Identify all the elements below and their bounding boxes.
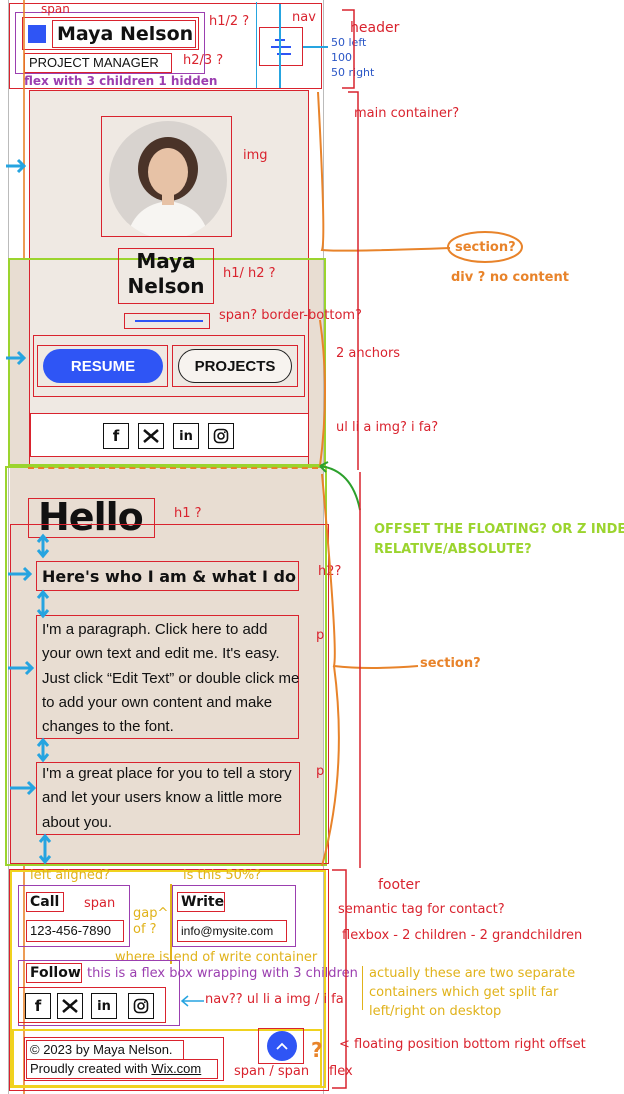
flexbox-annotation: flexbox - 2 children - 2 grandchildren: [342, 928, 583, 943]
flex-wrap-annotation: this is a flex box wrapping with 3 child…: [87, 966, 358, 981]
left-aligned-annotation: left aligned?: [30, 868, 111, 883]
header-bracket: [342, 9, 355, 89]
divider-line: [135, 320, 203, 322]
footer-facebook-icon[interactable]: f: [25, 993, 51, 1019]
name-annotation: h1/ h2 ?: [223, 266, 276, 281]
nav-arrow: [180, 995, 204, 1007]
profile-name-line2: Nelson: [127, 274, 205, 298]
credit-prefix: Proudly created with: [30, 1061, 152, 1076]
footer-twitter-icon[interactable]: [57, 993, 83, 1019]
about-section-curve: [321, 473, 419, 867]
footer-instagram-icon[interactable]: [128, 993, 154, 1019]
nav-guide-vertical: [279, 4, 281, 88]
h2-annotation: h2/3 ?: [183, 53, 224, 68]
facebook-icon[interactable]: f: [103, 423, 129, 449]
img-annotation: img: [243, 148, 268, 163]
footer-annotation: footer: [378, 877, 420, 893]
split-annotation-3: left/right on desktop: [369, 1004, 502, 1019]
fifty-annotation: is this 50%?: [183, 868, 262, 883]
split-annotation-2: containers which get split far: [369, 985, 559, 1000]
semantic-annotation: semantic tag for contact?: [338, 902, 505, 917]
follow-label: Follow: [26, 963, 82, 983]
nav-guide-horizontal: [303, 46, 328, 48]
about-paragraph-1: I'm a paragraph. Click here to add your …: [42, 621, 300, 736]
hamburger-icon: [271, 39, 291, 55]
blue-arrows: [6, 158, 52, 865]
credit-line: Proudly created with Wix.com: [26, 1059, 218, 1079]
avatar: [109, 121, 227, 239]
social-row: [30, 413, 309, 457]
projects-button[interactable]: PROJECTS: [178, 349, 292, 383]
flex-annotation: flex with 3 children 1 hidden: [24, 74, 218, 88]
split-annotation-1: actually these are two separate: [369, 966, 576, 981]
resume-button[interactable]: RESUME: [43, 349, 163, 383]
twitter-icon[interactable]: [138, 423, 164, 449]
avatar-frame: [101, 116, 232, 239]
footer-linkedin-icon[interactable]: in: [91, 993, 117, 1019]
profile-name: Maya Nelson: [118, 248, 214, 304]
question-mark-annotation: ?: [311, 1038, 323, 1062]
instagram-icon[interactable]: [208, 423, 234, 449]
section-curve: [317, 91, 523, 467]
span-annotation: span: [41, 2, 70, 16]
back-to-top-button[interactable]: [267, 1031, 297, 1061]
floating-annotation: < floating position bottom right offset: [339, 1037, 586, 1052]
call-label: Call: [26, 892, 64, 912]
header-title: PROJECT MANAGER: [24, 53, 172, 73]
red-bracket-1: [348, 91, 359, 470]
phone-link[interactable]: 123-456-7890: [26, 920, 124, 942]
linkedin-icon[interactable]: in: [173, 423, 199, 449]
wix-link[interactable]: Wix.com: [151, 1061, 201, 1076]
gap-annotation: gap^ of ?: [133, 906, 169, 937]
logo-square-icon: [28, 25, 46, 43]
span-span-annotation: span / span: [234, 1064, 310, 1079]
hello-annotation: h1 ?: [174, 506, 202, 521]
chevron-up-icon: [276, 1042, 288, 1050]
gold-bracket: [362, 966, 368, 1010]
about-paragraph-2: I'm a great place for you to tell a stor…: [42, 765, 292, 831]
email-link[interactable]: info@mysite.com: [177, 920, 287, 942]
div-annotation: div ? no content: [451, 270, 569, 285]
h1-annotation: h1/2 ?: [209, 14, 250, 29]
profile-section-annotation: section?: [455, 240, 516, 255]
about-section-annotation: section?: [420, 656, 481, 671]
red-bracket-2: [359, 472, 361, 868]
profile-name-line1: Maya: [136, 249, 196, 273]
footer-span-annotation: span: [84, 896, 116, 911]
write-label: Write: [177, 892, 225, 912]
red-bracket-3: [332, 869, 347, 1089]
header-name[interactable]: Maya Nelson: [52, 20, 196, 48]
about-subtitle: Here's who I am & what I do: [42, 567, 296, 586]
hamburger-button[interactable]: [259, 27, 303, 66]
nav-annotation: nav: [292, 10, 316, 25]
dashed-separator: [28, 467, 318, 469]
nav-ul-annotation: nav?? ul li a img / i fa: [205, 992, 344, 1007]
copyright-text: © 2023 by Maya Nelson.: [26, 1040, 184, 1060]
